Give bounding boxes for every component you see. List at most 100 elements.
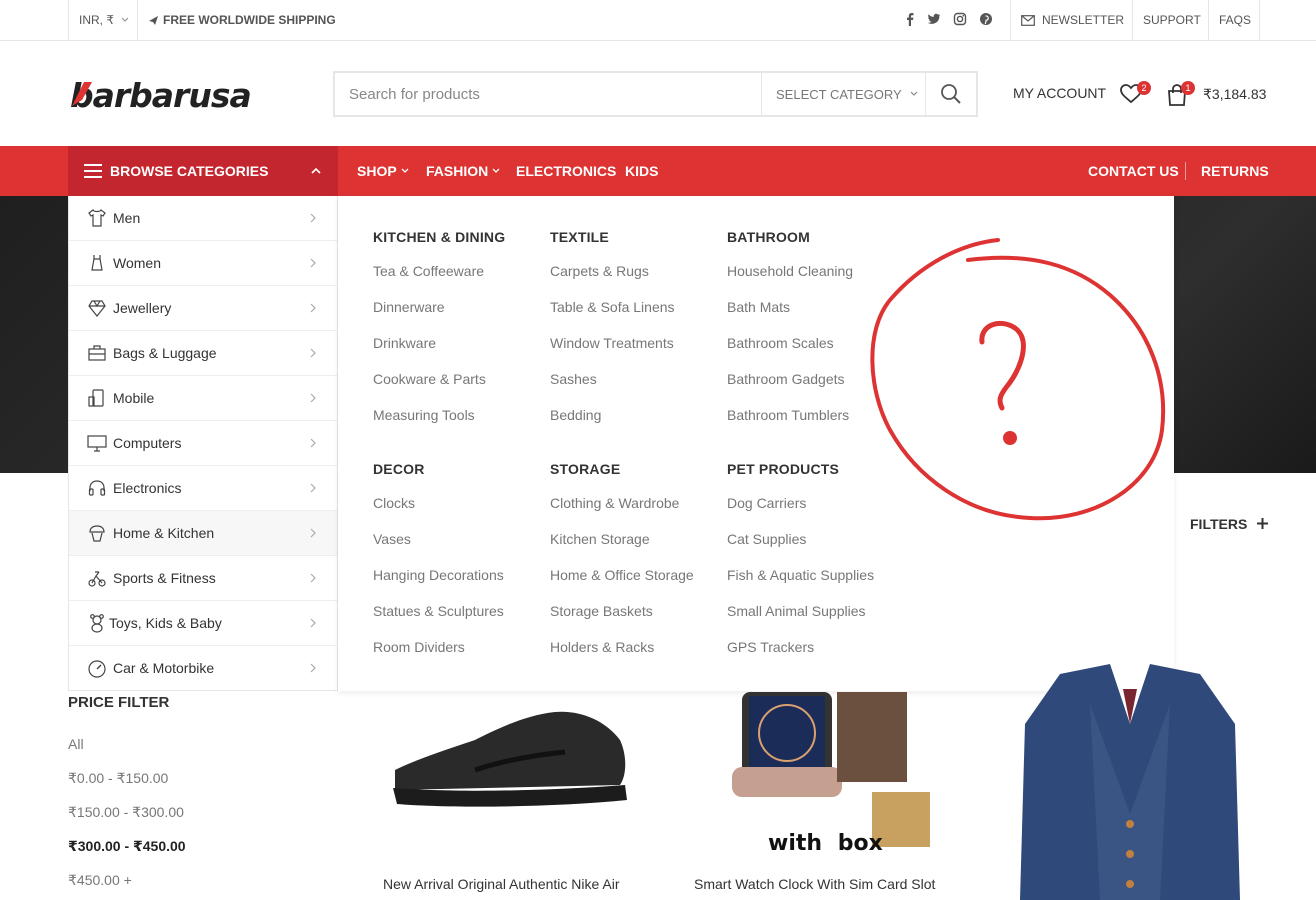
diamond-icon bbox=[88, 300, 106, 317]
mega-link[interactable]: Tea & Coffeeware bbox=[373, 263, 484, 279]
my-account-link[interactable]: MY ACCOUNT bbox=[1013, 85, 1106, 101]
category-select-label: SELECT CATEGORY bbox=[776, 86, 902, 102]
category-label: Mobile bbox=[113, 390, 155, 406]
speedometer-icon bbox=[88, 660, 106, 678]
mega-link[interactable]: Room Dividers bbox=[373, 639, 465, 655]
mega-heading-textile[interactable]: TEXTILE bbox=[550, 229, 609, 245]
category-computers[interactable]: Computers bbox=[69, 421, 337, 466]
search-button[interactable] bbox=[925, 73, 976, 115]
category-select[interactable]: SELECT CATEGORY bbox=[761, 73, 925, 115]
cart-total: ₹3,184.83 bbox=[1203, 86, 1267, 102]
mega-heading-pet-products[interactable]: PET PRODUCTS bbox=[727, 461, 839, 477]
category-sports-fitness[interactable]: Sports & Fitness bbox=[69, 556, 337, 601]
mega-link[interactable]: Household Cleaning bbox=[727, 263, 853, 279]
price-filter-title: PRICE FILTER bbox=[68, 694, 170, 711]
shipping-text: FREE WORLDWIDE SHIPPING bbox=[163, 13, 336, 27]
mega-heading-bathroom[interactable]: BATHROOM bbox=[727, 229, 810, 245]
mega-link[interactable]: Dog Carriers bbox=[727, 495, 806, 511]
nav-returns[interactable]: RETURNS bbox=[1201, 146, 1269, 196]
mega-heading-kitchen-dining[interactable]: KITCHEN & DINING bbox=[373, 229, 505, 245]
pinterest-icon[interactable] bbox=[979, 12, 993, 26]
mega-link[interactable]: Home & Office Storage bbox=[550, 567, 694, 583]
price-filter-all[interactable]: All bbox=[68, 736, 84, 752]
currency-selector[interactable]: INR, ₹ bbox=[79, 0, 129, 40]
category-men[interactable]: Men bbox=[69, 196, 337, 241]
cupcake-icon bbox=[89, 525, 105, 542]
category-jewellery[interactable]: Jewellery bbox=[69, 286, 337, 331]
category-women[interactable]: Women bbox=[69, 241, 337, 286]
sneaker-product-image[interactable] bbox=[385, 700, 635, 820]
mega-link[interactable]: Dinnerware bbox=[373, 299, 445, 315]
instagram-icon[interactable] bbox=[953, 12, 967, 26]
search-input[interactable] bbox=[335, 73, 761, 115]
wishlist-count-badge: 2 bbox=[1137, 81, 1151, 95]
mega-link[interactable]: Table & Sofa Linens bbox=[550, 299, 675, 315]
mega-link[interactable]: Bath Mats bbox=[727, 299, 790, 315]
category-toys-kids-baby[interactable]: Toys, Kids & Baby bbox=[69, 601, 337, 646]
mega-link[interactable]: Vases bbox=[373, 531, 411, 547]
dress-icon bbox=[91, 255, 103, 271]
mega-link[interactable]: Bedding bbox=[550, 407, 601, 423]
category-label: Women bbox=[113, 255, 161, 271]
category-bags-luggage[interactable]: Bags & Luggage bbox=[69, 331, 337, 376]
mega-heading-storage[interactable]: STORAGE bbox=[550, 461, 620, 477]
mega-link[interactable]: Bathroom Gadgets bbox=[727, 371, 845, 387]
nav-fashion[interactable]: FASHION bbox=[426, 146, 500, 196]
chevron-up-icon bbox=[311, 167, 321, 174]
mega-link[interactable]: Bathroom Tumblers bbox=[727, 407, 849, 423]
mega-link[interactable]: Hanging Decorations bbox=[373, 567, 504, 583]
category-electronics[interactable]: Electronics bbox=[69, 466, 337, 511]
mega-link[interactable]: Storage Baskets bbox=[550, 603, 653, 619]
faqs-label: FAQS bbox=[1219, 13, 1252, 27]
faqs-link[interactable]: FAQS bbox=[1219, 0, 1251, 40]
chevron-right-icon bbox=[310, 438, 316, 448]
divider bbox=[1010, 0, 1011, 40]
nav-shop[interactable]: SHOP bbox=[357, 146, 409, 196]
category-car-motorbike[interactable]: Car & Motorbike bbox=[69, 646, 337, 691]
nav-shop-label: SHOP bbox=[357, 163, 397, 179]
mobile-icon bbox=[88, 389, 104, 407]
price-filter-option[interactable]: ₹450.00 + bbox=[68, 872, 132, 889]
mega-link[interactable]: GPS Trackers bbox=[727, 639, 814, 655]
nav-kids[interactable]: KIDS bbox=[625, 146, 658, 196]
mega-link[interactable]: Fish & Aquatic Supplies bbox=[727, 567, 874, 583]
category-label: Computers bbox=[113, 435, 182, 451]
suit-product-image[interactable] bbox=[1020, 664, 1240, 900]
mega-link[interactable]: Measuring Tools bbox=[373, 407, 475, 423]
mega-link[interactable]: Cookware & Parts bbox=[373, 371, 486, 387]
category-home-kitchen[interactable]: Home & Kitchen bbox=[69, 511, 337, 556]
mega-link[interactable]: Cat Supplies bbox=[727, 531, 806, 547]
mega-link[interactable]: Drinkware bbox=[373, 335, 436, 351]
price-filter-option-active[interactable]: ₹300.00 - ₹450.00 bbox=[68, 838, 186, 855]
price-filter-option[interactable]: ₹0.00 - ₹150.00 bbox=[68, 770, 168, 787]
product-title[interactable]: New Arrival Original Authentic Nike Air bbox=[383, 876, 620, 892]
nav-electronics[interactable]: ELECTRONICS bbox=[516, 146, 616, 196]
newsletter-link[interactable]: NEWSLETTER bbox=[1021, 0, 1124, 40]
category-mobile[interactable]: Mobile bbox=[69, 376, 337, 421]
mega-link[interactable]: Bathroom Scales bbox=[727, 335, 834, 351]
mega-link[interactable]: Small Animal Supplies bbox=[727, 603, 866, 619]
browse-categories-button[interactable]: BROWSE CATEGORIES bbox=[68, 146, 338, 196]
mega-link[interactable]: Window Treatments bbox=[550, 335, 674, 351]
filters-label: FILTERS bbox=[1190, 516, 1248, 532]
mega-link[interactable]: Holders & Racks bbox=[550, 639, 654, 655]
nav-returns-label: RETURNS bbox=[1201, 163, 1269, 179]
mega-link[interactable]: Sashes bbox=[550, 371, 597, 387]
facebook-icon[interactable] bbox=[903, 12, 917, 26]
support-link[interactable]: SUPPORT bbox=[1143, 0, 1201, 40]
chevron-down-icon bbox=[910, 91, 918, 96]
price-filter-option[interactable]: ₹150.00 - ₹300.00 bbox=[68, 804, 184, 821]
product-title[interactable]: Smart Watch Clock With Sim Card Slot bbox=[694, 876, 935, 892]
mega-link[interactable]: Statues & Sculptures bbox=[373, 603, 504, 619]
filters-toggle[interactable]: FILTERS bbox=[1190, 516, 1269, 532]
mega-heading-decor[interactable]: DECOR bbox=[373, 461, 425, 477]
cart-button[interactable]: 1 ₹3,184.83 bbox=[1166, 81, 1266, 109]
mega-link[interactable]: Clocks bbox=[373, 495, 415, 511]
mega-link[interactable]: Carpets & Rugs bbox=[550, 263, 649, 279]
mega-link[interactable]: Kitchen Storage bbox=[550, 531, 650, 547]
nav-contact-us[interactable]: CONTACT US bbox=[1088, 146, 1179, 196]
twitter-icon[interactable] bbox=[927, 12, 941, 26]
exercise-bike-icon bbox=[88, 571, 106, 587]
mega-link[interactable]: Clothing & Wardrobe bbox=[550, 495, 679, 511]
wishlist-button[interactable]: 2 bbox=[1120, 81, 1151, 109]
